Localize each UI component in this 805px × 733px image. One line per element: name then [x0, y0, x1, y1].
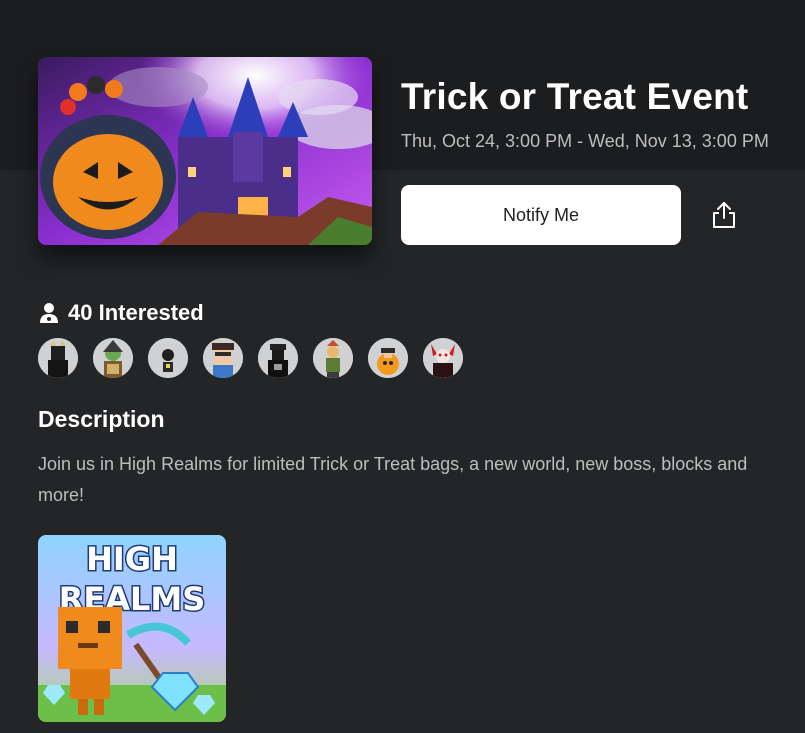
event-banner-image: [38, 57, 372, 245]
person-icon: [40, 303, 58, 323]
share-button[interactable]: [706, 196, 742, 234]
avatar-5[interactable]: [258, 338, 298, 378]
interested-count: 40 Interested: [38, 299, 204, 327]
avatar-6[interactable]: [313, 338, 353, 378]
notify-me-button[interactable]: Notify Me: [401, 185, 681, 245]
avatar-7[interactable]: [368, 338, 408, 378]
logo-line1: HIGH: [86, 540, 178, 578]
avatar-4[interactable]: [203, 338, 243, 378]
avatar-3[interactable]: [148, 338, 188, 378]
description-text: Join us in High Realms for limited Trick…: [38, 454, 748, 505]
high-realms-thumbnail-icon: HIGH REALMS: [38, 535, 226, 722]
event-title: Trick or Treat Event: [401, 76, 749, 117]
avatar-1[interactable]: [38, 338, 78, 378]
halloween-castle-banner-icon: [38, 57, 372, 245]
description-heading: Description: [38, 406, 165, 432]
share-icon: [713, 202, 735, 228]
avatar-2[interactable]: [93, 338, 133, 378]
interested-label: 40 Interested: [68, 300, 204, 325]
interested-avatars: [38, 338, 463, 378]
game-thumbnail[interactable]: HIGH REALMS: [38, 535, 226, 722]
avatar-8[interactable]: [423, 338, 463, 378]
event-dates: Thu, Oct 24, 3:00 PM - Wed, Nov 13, 3:00…: [401, 131, 769, 151]
